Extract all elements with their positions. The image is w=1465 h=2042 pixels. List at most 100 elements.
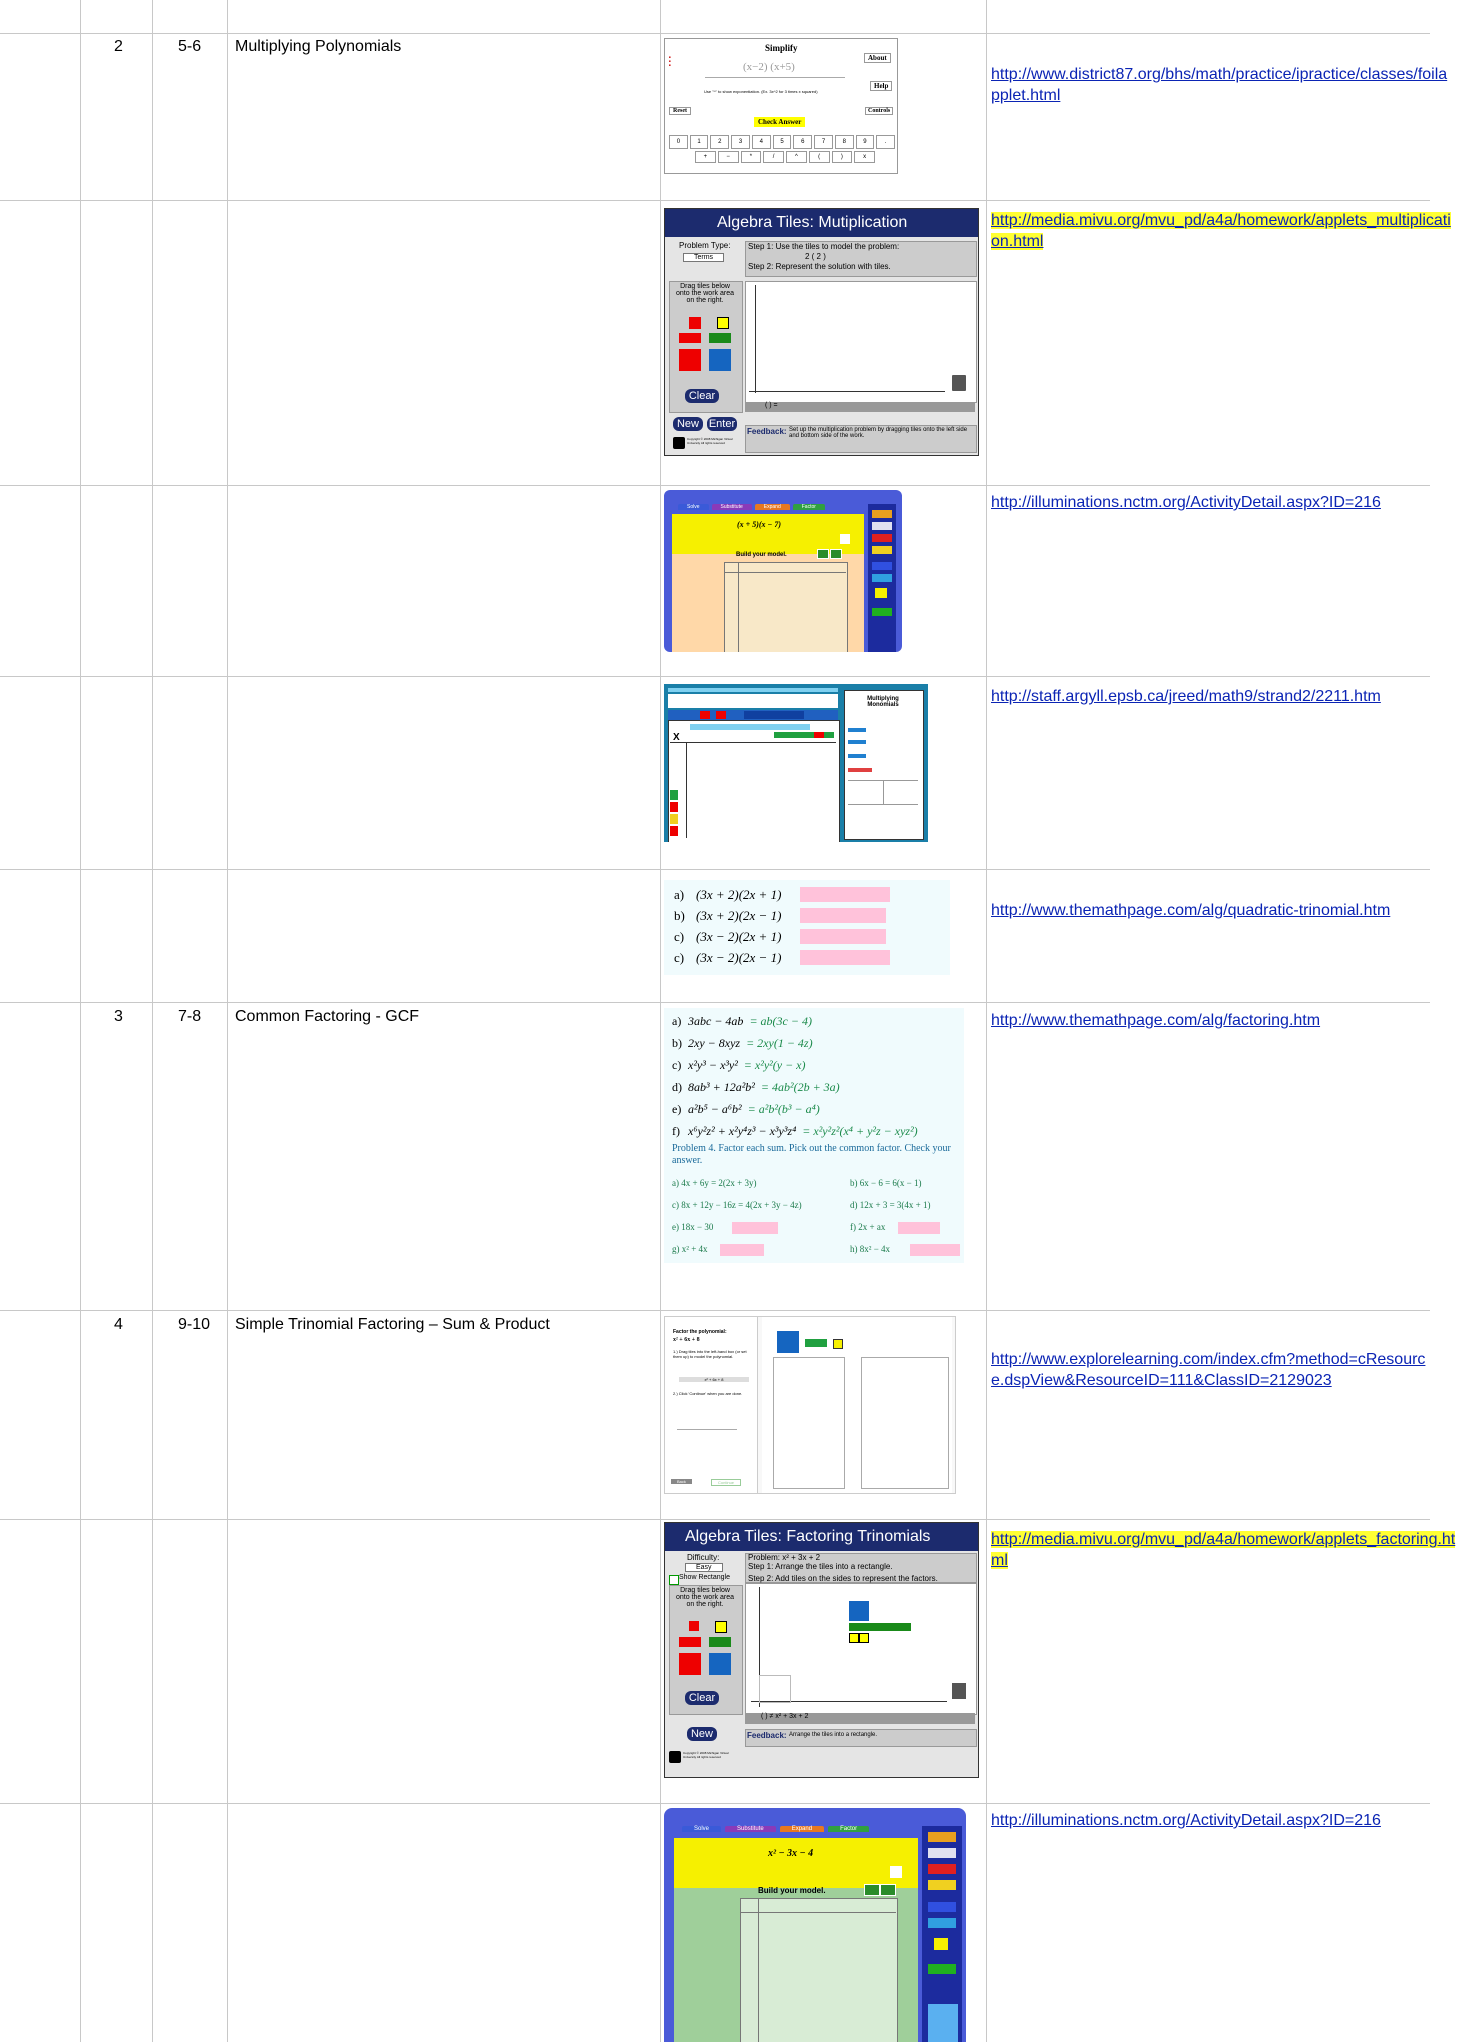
operator-key[interactable]: − — [717, 151, 739, 163]
answer-field[interactable] — [800, 929, 886, 944]
keypad-key[interactable]: 7 — [814, 135, 833, 149]
unit-tile[interactable] — [859, 1633, 869, 1643]
row-divider — [0, 33, 1430, 34]
operator-key[interactable]: + — [695, 151, 716, 163]
eraser-icon[interactable] — [928, 1848, 956, 1858]
trash-icon[interactable] — [952, 1683, 966, 1699]
x-tile[interactable] — [805, 1339, 827, 1347]
operator-key[interactable]: * — [740, 151, 762, 163]
page-icon[interactable] — [890, 1866, 902, 1878]
undo-icon[interactable] — [880, 1884, 896, 1896]
x-squared-tile[interactable] — [777, 1331, 799, 1353]
x-tile-icon[interactable] — [872, 608, 892, 616]
resource-link[interactable]: http://www.district87.org/bhs/math/pract… — [991, 64, 1456, 106]
tab-solve[interactable]: Solve — [678, 504, 709, 510]
answer-field[interactable] — [732, 1222, 778, 1234]
new-button[interactable]: New — [687, 1727, 717, 1741]
exercise-row: a) 4x + 6y = 2(2x + 3y) b) 6x − 6 = 6(x −… — [672, 1174, 962, 1196]
answer-field[interactable] — [800, 887, 890, 902]
resource-link[interactable]: http://www.themathpage.com/alg/factoring… — [991, 1010, 1456, 1031]
unit-tile[interactable] — [833, 1339, 843, 1349]
resource-link[interactable]: http://media.mivu.org/mvu_pd/a4a/homewor… — [991, 1529, 1456, 1571]
trash-icon[interactable] — [952, 375, 966, 391]
keypad-key[interactable]: 0 — [669, 135, 688, 149]
reset-button[interactable]: Reset — [669, 107, 691, 115]
resource-link[interactable]: http://www.themathpage.com/alg/quadratic… — [991, 900, 1461, 921]
answer-field[interactable] — [800, 950, 890, 965]
rotate-icon[interactable] — [872, 574, 892, 582]
operator-key[interactable]: x — [854, 151, 875, 163]
operator-key[interactable]: ) — [831, 151, 853, 163]
tab-expand[interactable]: Expand — [754, 504, 790, 510]
enter-button[interactable]: Enter — [707, 417, 737, 431]
problem-type-select[interactable]: Terms — [683, 253, 725, 262]
about-button[interactable]: About — [864, 53, 891, 63]
tool-icon[interactable] — [928, 1832, 956, 1842]
resource-link[interactable]: http://staff.argyll.epsb.ca/jreed/math9/… — [991, 686, 1456, 707]
row-divider — [0, 676, 1430, 677]
unit-tile-icon[interactable] — [875, 588, 887, 598]
resource-link[interactable]: http://illuminations.nctm.org/ActivityDe… — [991, 1810, 1456, 1831]
line-ans: = x²y²z²(x⁴ + y²z − xyz²) — [802, 1124, 918, 1138]
keypad-key[interactable]: 5 — [772, 135, 792, 149]
keypad-key[interactable]: 1 — [689, 135, 709, 149]
x-tiles[interactable] — [849, 1623, 911, 1631]
build-model-label: Build your model. — [736, 552, 787, 558]
keypad-key[interactable]: 4 — [751, 135, 771, 149]
zoom-icon[interactable] — [928, 1902, 956, 1912]
unit-tile-icon[interactable] — [934, 1938, 948, 1950]
clear-button[interactable]: Clear — [685, 1691, 719, 1705]
check-icon[interactable] — [817, 549, 829, 559]
new-button[interactable]: New — [673, 417, 703, 431]
clear-button[interactable]: Clear — [685, 389, 719, 403]
difficulty-select[interactable]: Easy — [685, 1563, 723, 1572]
tile-tool-icon[interactable] — [928, 1880, 956, 1890]
resource-link[interactable]: http://media.mivu.org/mvu_pd/a4a/homewor… — [991, 210, 1456, 252]
help-button[interactable]: Help — [870, 81, 893, 91]
tab-factor[interactable]: Factor — [828, 1826, 870, 1832]
page-icon[interactable] — [840, 534, 850, 544]
result-expression: ( ) ≠ x² + 3x + 2 — [761, 1713, 809, 1720]
x-squared-tile[interactable] — [849, 1601, 869, 1621]
controls-button[interactable]: Controls — [865, 107, 894, 115]
resource-link[interactable]: http://www.explorelearning.com/index.cfm… — [991, 1349, 1436, 1391]
answer-field[interactable] — [898, 1222, 940, 1234]
tile-tool-icon[interactable] — [872, 534, 892, 542]
x-tile-icon[interactable] — [928, 1964, 956, 1974]
line-label: f) — [672, 1124, 680, 1138]
check-answer-button[interactable]: Check Answer — [754, 117, 806, 127]
keypad-key[interactable]: 8 — [834, 135, 854, 149]
keypad-key[interactable]: 9 — [855, 135, 875, 149]
operator-key[interactable]: ^ — [786, 151, 807, 163]
answer-field[interactable] — [720, 1244, 764, 1256]
keypad-key[interactable]: 6 — [793, 135, 813, 149]
line-label: a) — [672, 1014, 682, 1028]
check-icon[interactable] — [864, 1884, 880, 1896]
answer-field[interactable] — [800, 908, 886, 923]
keypad-key[interactable]: 2 — [710, 135, 730, 149]
zoom-icon[interactable] — [872, 562, 892, 570]
operator-key[interactable]: / — [763, 151, 784, 163]
keypad-key[interactable]: 3 — [731, 135, 750, 149]
eraser-icon[interactable] — [872, 522, 892, 530]
resource-link[interactable]: http://illuminations.nctm.org/ActivityDe… — [991, 492, 1456, 513]
show-rectangle-checkbox[interactable] — [669, 1575, 679, 1585]
resource-link-text: http://media.mivu.org/mvu_pd/a4a/homewor… — [991, 212, 1451, 250]
tab-solve[interactable]: Solve — [682, 1826, 722, 1832]
tab-expand[interactable]: Expand — [779, 1826, 825, 1832]
tool-icon[interactable] — [872, 510, 892, 518]
unit-tile[interactable] — [849, 1633, 859, 1643]
operator-key[interactable]: ( — [808, 151, 830, 163]
rotate-icon[interactable] — [928, 1918, 956, 1928]
tab-substitute[interactable]: Substitute — [711, 504, 752, 510]
tab-substitute[interactable]: Substitute — [725, 1826, 776, 1832]
answer-field[interactable] — [910, 1244, 960, 1256]
tab-factor[interactable]: Factor — [792, 504, 825, 510]
undo-icon[interactable] — [830, 549, 842, 559]
tile-tool-icon[interactable] — [872, 546, 892, 554]
keypad-key[interactable]: . — [876, 135, 896, 149]
line-label: d) — [672, 1080, 682, 1094]
continue-button[interactable]: Continue — [711, 1479, 742, 1486]
back-button[interactable]: Back — [671, 1479, 692, 1484]
tile-tool-icon[interactable] — [928, 1864, 956, 1874]
